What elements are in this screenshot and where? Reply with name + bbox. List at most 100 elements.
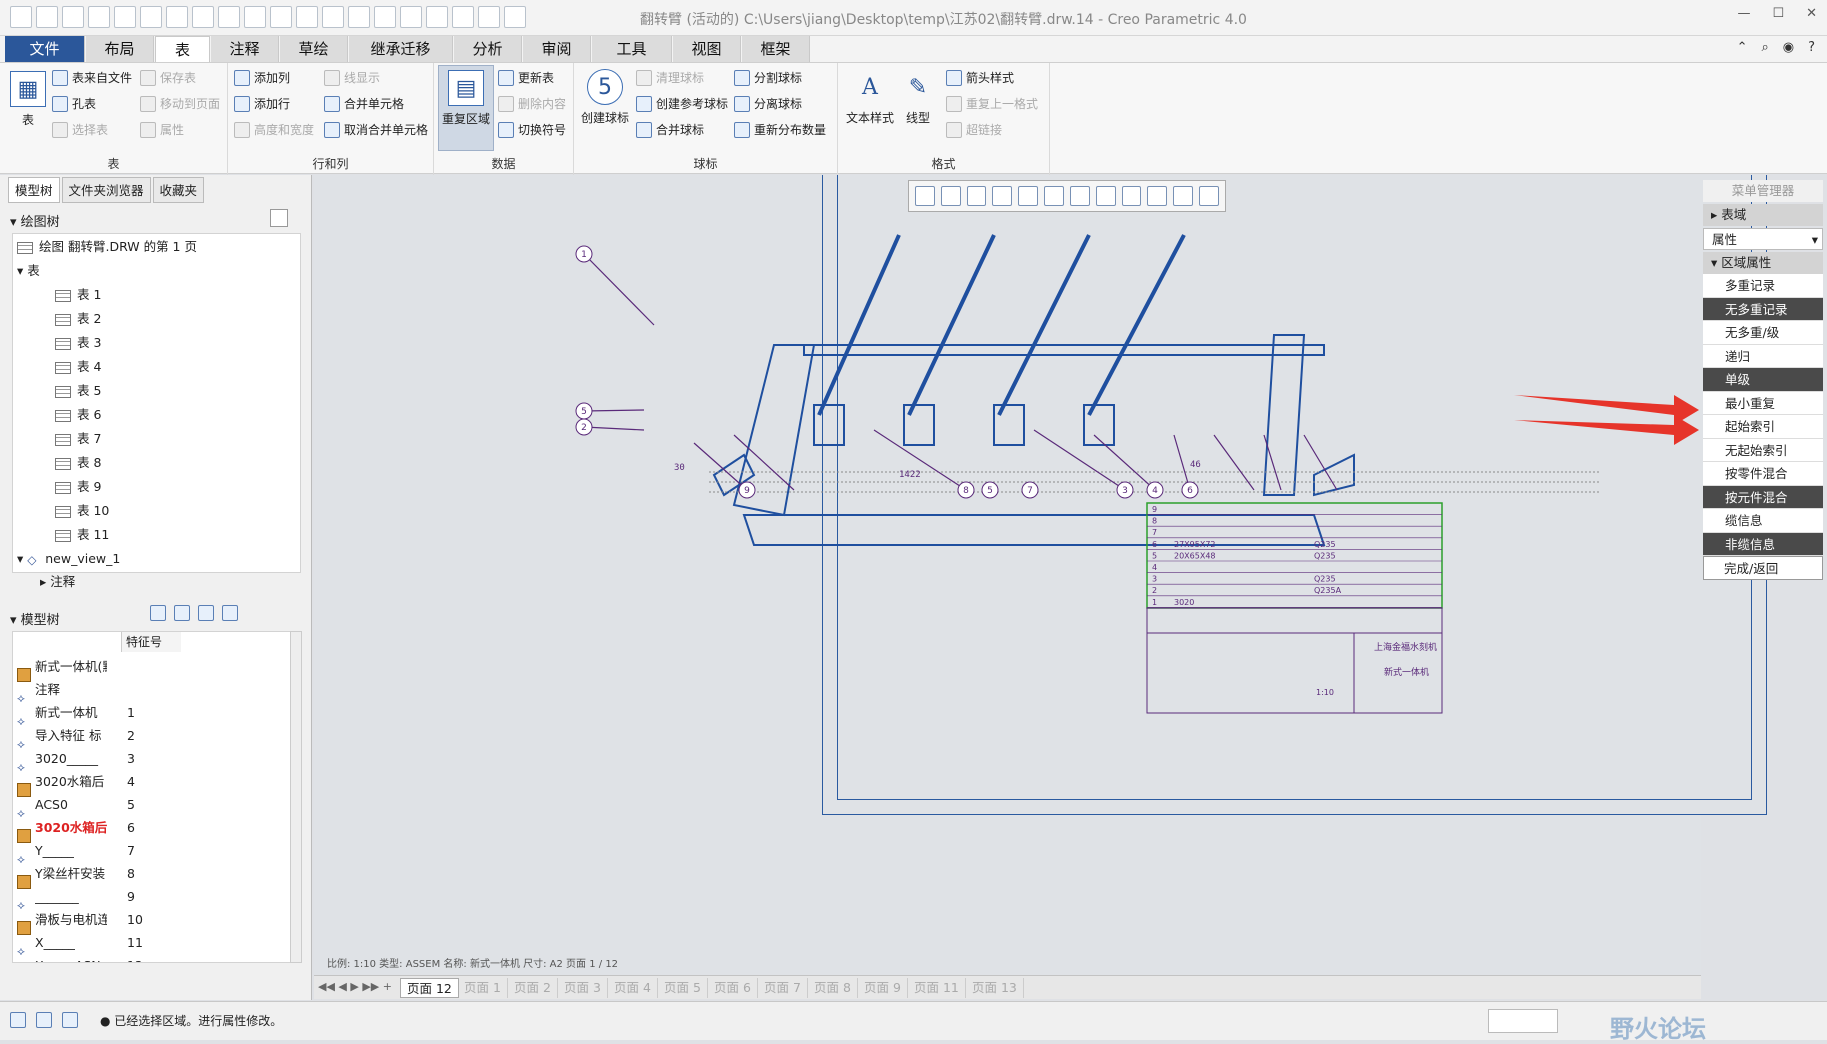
tool-icon-5[interactable] (400, 6, 422, 28)
undo-icon[interactable] (114, 6, 136, 28)
tab-analysis[interactable]: 分析 (454, 36, 522, 62)
select-table-button[interactable]: 选择表 (52, 121, 108, 138)
create-ref-balloon-button[interactable]: 创建参考球标 (636, 95, 728, 112)
tab-table[interactable]: 表 (155, 36, 210, 62)
save-table-button[interactable]: 保存表 (140, 69, 196, 86)
save-icon[interactable] (88, 6, 110, 28)
tool-icon-8[interactable] (478, 6, 500, 28)
page-tab[interactable]: 页面 1 (458, 978, 508, 998)
redo-icon[interactable] (140, 6, 162, 28)
update-table-button[interactable]: 更新表 (498, 69, 554, 86)
model-tree-row[interactable]: 3020水箱后 6 (17, 817, 287, 843)
tree-item-table[interactable]: 表 1 (55, 284, 101, 306)
model-tree-scrollbar[interactable] (290, 631, 302, 963)
tree-item-table[interactable]: 表 6 (55, 404, 101, 426)
page-tab[interactable]: 页面 13 (966, 978, 1024, 998)
add-row-button[interactable]: 添加行 (234, 95, 290, 112)
arrow-style-button[interactable]: 箭头样式 (946, 69, 1014, 86)
page-tab[interactable]: 页面 6 (708, 978, 758, 998)
redistribute-quantity-button[interactable]: 重新分布数量 (734, 121, 826, 138)
menu-item[interactable]: 无多重记录 (1703, 297, 1823, 321)
page-tab[interactable]: 页面 11 (908, 978, 966, 998)
window-icon[interactable] (62, 1012, 78, 1028)
tool-icon-4[interactable] (374, 6, 396, 28)
tree-item-view[interactable]: ▾ ◇ new_view_1 (17, 548, 120, 570)
balloon[interactable]: 7 (1021, 481, 1039, 499)
balloon[interactable]: 1 (575, 245, 593, 263)
page-tab[interactable]: 页面 3 (558, 978, 608, 998)
balloon[interactable]: 5 (981, 481, 999, 499)
menu-item[interactable]: 无多重/级 (1703, 321, 1823, 345)
model-tree-header[interactable]: ▾ 模型树 (10, 609, 60, 628)
menu-item[interactable]: 非缆信息 (1703, 532, 1823, 556)
menu-item[interactable]: 单级 (1703, 368, 1823, 392)
group-label-table[interactable]: 表 (0, 155, 227, 172)
page-tab[interactable]: 页面 9 (858, 978, 908, 998)
tree-settings-icon[interactable] (270, 209, 288, 227)
model-tree-row[interactable]: ⟡3020_____ 3 (17, 748, 287, 774)
unmerge-cells-button[interactable]: 取消合并单元格 (324, 121, 428, 138)
repeat-last-format-button[interactable]: 重复上一格式 (946, 95, 1038, 112)
tab-layout[interactable]: 布局 (86, 36, 154, 62)
column-header-feature-number[interactable]: 特征号 (121, 632, 181, 652)
hyperlink-button[interactable]: 超链接 (946, 121, 1002, 138)
done-return-button[interactable]: 完成/返回 (1703, 556, 1823, 580)
table-from-file-button[interactable]: 表来自文件 (52, 69, 132, 86)
list-icon[interactable] (198, 605, 214, 621)
model-tree-row[interactable]: 新式一体机(默认 (17, 656, 287, 682)
tool-icon-6[interactable] (426, 6, 448, 28)
balloon[interactable]: 3 (1116, 481, 1134, 499)
page-tab[interactable]: 页面 8 (808, 978, 858, 998)
group-label-format[interactable]: 格式 (838, 155, 1049, 172)
tab-model-tree[interactable]: 模型树 (8, 177, 60, 203)
repeat-region-button[interactable]: ▤ 重复区域 (438, 65, 494, 151)
tool-icon-2[interactable] (322, 6, 344, 28)
help-icon[interactable]: ? (1808, 40, 1815, 55)
height-width-button[interactable]: 高度和宽度 (234, 121, 314, 138)
print-icon[interactable] (270, 6, 292, 28)
customize-dropdown-icon[interactable] (504, 6, 526, 28)
select-box-icon[interactable] (166, 6, 188, 28)
tree-item-table[interactable]: 表 7 (55, 428, 101, 450)
tool-icon-7[interactable] (452, 6, 474, 28)
switch-symbol-button[interactable]: 切换符号 (498, 121, 566, 138)
page-tab[interactable]: 页面 7 (758, 978, 808, 998)
model-tree-row[interactable]: ⟡Y_____ 7 (17, 840, 287, 866)
model-tree-row[interactable]: Y梁丝杆安装 8 (17, 863, 287, 889)
tree-item-table[interactable]: 表 10 (55, 500, 109, 522)
model-tree-row[interactable]: 滑板与电机连 10 (17, 909, 287, 935)
tool-icon-3[interactable] (348, 6, 370, 28)
close-icon[interactable]: ✕ (1806, 6, 1817, 21)
open-icon[interactable] (62, 6, 84, 28)
model-tree-row[interactable]: ⟡注释 (17, 679, 287, 705)
tab-view[interactable]: 视图 (673, 36, 741, 62)
group-label-balloons[interactable]: 球标 (574, 155, 837, 172)
menu-item[interactable]: 起始索引 (1703, 415, 1823, 439)
tree-item-table[interactable]: 表 5 (55, 380, 101, 402)
balloon[interactable]: 8 (957, 481, 975, 499)
menu-head-table-region[interactable]: ▸ 表域 (1703, 204, 1823, 226)
tab-folder-browser[interactable]: 文件夹浏览器 (61, 177, 151, 203)
page-tab[interactable]: 页面 5 (658, 978, 708, 998)
balloon[interactable]: 5 (575, 402, 593, 420)
drawing-tree-header[interactable]: ▾ 绘图树 (10, 211, 60, 230)
tree-item-table[interactable]: 表 8 (55, 452, 101, 474)
menu-item[interactable]: 最小重复 (1703, 391, 1823, 415)
detach-balloons-button[interactable]: 分离球标 (734, 95, 802, 112)
hide-icon[interactable] (222, 605, 238, 621)
menu-item[interactable]: 多重记录 (1703, 274, 1823, 298)
menu-item[interactable]: 递归 (1703, 344, 1823, 368)
properties-button[interactable]: 属性 (140, 121, 184, 138)
tree-item-table[interactable]: 表 11 (55, 524, 109, 546)
model-tree-row[interactable]: ⟡_______ 9 (17, 886, 287, 912)
merge-cells-button[interactable]: 合并单元格 (324, 95, 404, 112)
tree-item-tables[interactable]: ▾ 表 (17, 260, 40, 282)
balloon[interactable]: 6 (1181, 481, 1199, 499)
tool-icon-1[interactable] (296, 6, 318, 28)
tree-item-sheet[interactable]: 绘图 翻转臂.DRW 的第 1 页 (17, 236, 197, 258)
regenerate-icon[interactable] (192, 6, 214, 28)
minimize-icon[interactable]: — (1737, 6, 1750, 21)
tree-item-annotations[interactable]: ▸ 注释 (40, 571, 75, 593)
filter-dropdown[interactable] (1488, 1009, 1558, 1033)
tab-annotate[interactable]: 注释 (211, 36, 279, 62)
